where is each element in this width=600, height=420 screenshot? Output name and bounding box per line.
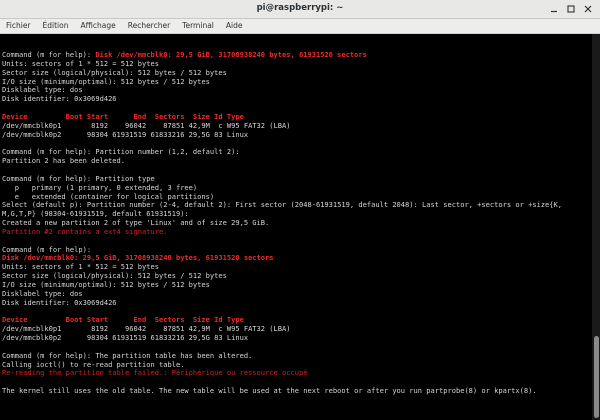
terminal-line: Re-reading the partition table failed.: …: [2, 368, 592, 378]
terminal-text-segment: Disk identifier: 0x3069d426: [2, 297, 117, 307]
menu-bar: Fichier Édition Affichage Rechercher Ter…: [0, 19, 600, 34]
terminal-text-segment: Partition 2 has been deleted.: [2, 156, 126, 166]
terminal-line: Partition 2 has been deleted.: [2, 156, 592, 166]
minimize-icon[interactable]: [548, 3, 560, 15]
terminal-text-area[interactable]: Command (m for help): Disk /dev/mmcblk0:…: [0, 34, 592, 405]
terminal-text-segment: I/O size (minimum/optimal): 512 bytes / …: [2, 76, 210, 86]
terminal-text-segment: Disk identifier: 0x3069d426: [2, 94, 117, 104]
terminal-text-segment: Disklabel type: dos: [2, 85, 83, 95]
menu-item-affichage[interactable]: Affichage: [74, 19, 121, 33]
window-title: pi@raspberrypi: ~: [256, 3, 344, 13]
terminal-text-segment: Disk /dev/mmcblk0: 29,5 GiB, 31708938240…: [95, 50, 367, 59]
maximize-icon[interactable]: [565, 3, 577, 15]
terminal-text-segment: /dev/mmcblk0p1 8192 96042 87851 42,9M c …: [2, 120, 291, 130]
menu-item-aide[interactable]: Aide: [220, 19, 249, 33]
terminal-text-segment: Command (m for help): Partition type: [2, 173, 155, 183]
menu-item-fichier[interactable]: Fichier: [0, 19, 37, 33]
terminal-text-segment: /dev/mmcblk0p2 98304 61931519 61833216 2…: [2, 129, 249, 139]
title-bar: pi@raspberrypi: ~: [0, 0, 600, 19]
terminal-text-segment: Sector size (logical/physical): 512 byte…: [2, 271, 227, 281]
terminal-output[interactable]: Command (m for help): Disk /dev/mmcblk0:…: [0, 34, 592, 420]
terminal-line: /dev/mmcblk0p2 98304 61931519 61833216 2…: [2, 129, 592, 140]
menu-item-rechercher[interactable]: Rechercher: [122, 19, 176, 33]
terminal-text-segment: Device Boot Start End Sectors Size Id Ty…: [2, 315, 244, 325]
terminal-text-segment: Command (m for help):: [2, 50, 96, 59]
terminal-text-segment: The kernel still uses the old table. The…: [2, 386, 537, 396]
terminal-line: I/O size (minimum/optimal): 512 bytes / …: [2, 76, 592, 87]
menu-item-edition[interactable]: Édition: [37, 19, 75, 33]
terminal-text-segment: Partition #2 contains a ext4 signature.: [2, 226, 168, 236]
terminal-text-segment: Re-reading the partition table failed.: …: [2, 368, 308, 378]
terminal-text-segment: Units: sectors of 1 * 512 = 512 bytes: [2, 262, 159, 272]
terminal-line: Disk identifier: 0x3069d426: [2, 297, 592, 308]
terminal-text-segment: Created a new partition 2 of type 'Linux…: [2, 218, 270, 228]
terminal-text-segment: Disklabel type: dos: [2, 288, 83, 298]
terminal-text-segment: Units: sectors of 1 * 512 = 512 bytes: [2, 58, 159, 68]
terminal-text-segment: Device Boot Start End Sectors Size Id Ty…: [2, 111, 244, 121]
terminal-text-segment: Sector size (logical/physical): 512 byte…: [2, 67, 227, 77]
terminal-line: The kernel still uses the old table. The…: [2, 386, 592, 396]
terminal-text-segment: e extended (container for logical partit…: [2, 191, 215, 201]
terminal-text-segment: p primary (1 primary, 0 extended, 3 free…: [2, 182, 198, 192]
terminal-line: /dev/mmcblk0p2 98304 61931519 61833216 2…: [2, 333, 592, 343]
terminal-text-segment: Command (m for help): The partition tabl…: [2, 350, 253, 360]
terminal-line: Disk identifier: 0x3069d426: [2, 94, 592, 104]
terminal-text-segment: Command (m for help): Partition number (…: [2, 147, 240, 157]
terminal-line: I/O size (minimum/optimal): 512 bytes / …: [2, 279, 592, 290]
menu-item-terminal[interactable]: Terminal: [176, 19, 220, 33]
terminal-text-segment: Calling ioctl() to re-read partition tab…: [2, 359, 185, 369]
terminal-text-segment: /dev/mmcblk0p1 8192 96042 87851 42,9M c …: [2, 324, 291, 334]
terminal-text-segment: I/O size (minimum/optimal): 512 bytes / …: [2, 279, 210, 289]
scrollbar-thumb[interactable]: [594, 336, 599, 418]
terminal-text-segment: Select (default p): Partition number (2-…: [2, 200, 563, 210]
terminal-text-segment: Disk /dev/mmcblk0: 29,5 GiB, 31708938240…: [2, 253, 274, 263]
terminal-text-segment: /dev/mmcblk0p2 98304 61931519 61833216 2…: [2, 333, 249, 342]
close-icon[interactable]: [582, 3, 594, 15]
terminal-text-segment: Command (m for help):: [2, 244, 92, 254]
terminal-text-segment: M,G,T,P} (98304-61931519, default 619315…: [2, 209, 189, 219]
terminal-line: Partition #2 contains a ext4 signature.: [2, 226, 592, 237]
terminal-scrollbar[interactable]: [592, 34, 600, 420]
